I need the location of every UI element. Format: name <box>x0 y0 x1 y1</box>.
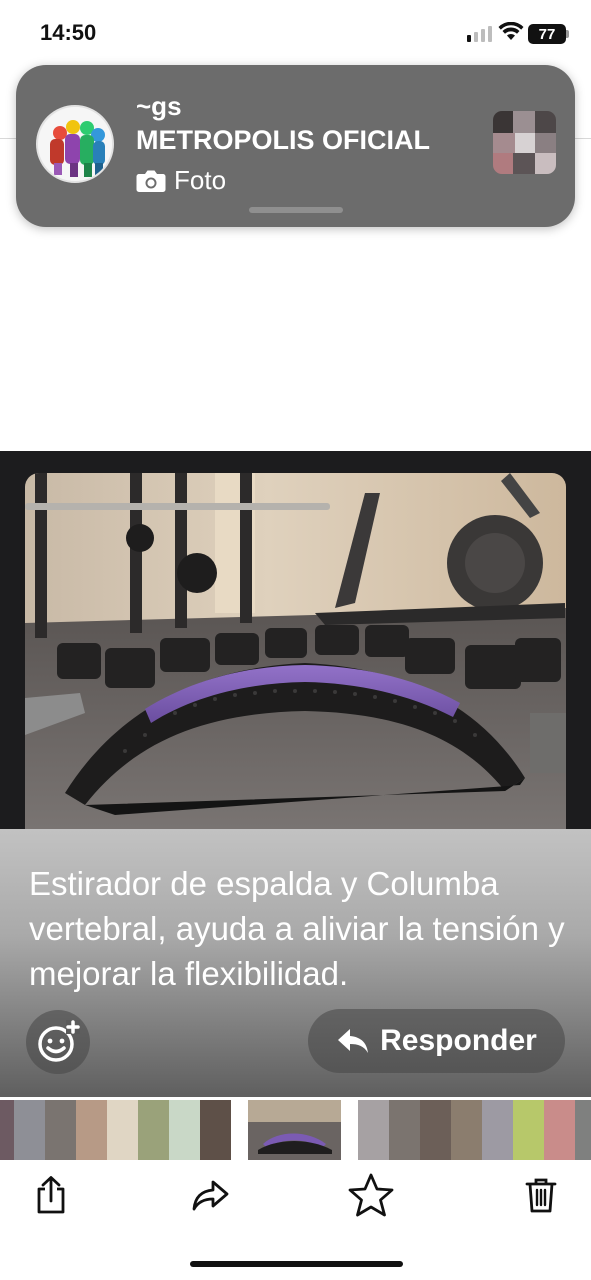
gallery-thumbnail[interactable] <box>138 1100 169 1160</box>
caption-panel: Estirador de espalda y Columba vertebral… <box>0 829 591 1097</box>
battery-icon: 77 <box>528 24 566 44</box>
gallery-thumbnail[interactable] <box>544 1100 575 1160</box>
delete-button[interactable] <box>516 1170 566 1220</box>
banner-drag-handle[interactable] <box>249 207 343 213</box>
photo-thumbnail-strip <box>0 1100 591 1160</box>
star-button[interactable] <box>346 1170 396 1220</box>
gallery-thumbnail[interactable] <box>107 1100 138 1160</box>
sender-name: ~gs <box>136 91 182 121</box>
share-button[interactable] <box>26 1170 76 1220</box>
forward-button[interactable] <box>186 1170 236 1220</box>
camera-icon <box>136 170 166 192</box>
status-time: 14:50 <box>40 20 97 45</box>
gallery-thumbnail[interactable] <box>389 1100 420 1160</box>
gallery-thumbnail[interactable] <box>575 1100 591 1160</box>
group-avatar <box>36 105 114 183</box>
home-indicator[interactable] <box>190 1261 403 1267</box>
forward-icon <box>192 1180 229 1211</box>
gallery-thumbnail[interactable] <box>76 1100 107 1160</box>
message-type-label: Foto <box>174 165 227 195</box>
photo-caption: Estirador de espalda y Columba vertebral… <box>29 865 565 992</box>
gallery-thumbnail[interactable] <box>513 1100 544 1160</box>
message-notification-banner[interactable]: ~gs METROPOLIS OFICIAL Foto <box>16 65 575 227</box>
gallery-thumbnail-current[interactable] <box>248 1100 341 1160</box>
gallery-thumbnail[interactable] <box>358 1100 389 1160</box>
battery-tip <box>566 30 569 38</box>
add-reaction-button[interactable] <box>26 1010 90 1074</box>
share-icon <box>37 1176 65 1214</box>
photo-thumbnail <box>493 111 556 174</box>
wifi-icon <box>498 22 524 40</box>
status-bar: 14:50 77 <box>0 0 591 64</box>
gallery-thumbnail[interactable] <box>200 1100 231 1160</box>
group-name: METROPOLIS OFICIAL <box>136 125 430 155</box>
gallery-gap <box>341 1100 358 1160</box>
cellular-signal-icon <box>467 26 492 42</box>
gallery-thumbnail[interactable] <box>420 1100 451 1160</box>
gallery-thumbnail[interactable] <box>0 1100 14 1160</box>
product-photo[interactable] <box>25 473 566 843</box>
star-icon <box>348 1173 394 1217</box>
gallery-thumbnail[interactable] <box>169 1100 200 1160</box>
photo-viewer: Estirador de espalda y Columba vertebral… <box>0 451 591 1097</box>
trash-icon <box>525 1178 557 1213</box>
reply-button[interactable]: Responder <box>308 1009 565 1073</box>
gallery-thumbnail[interactable] <box>14 1100 45 1160</box>
gallery-thumbnail[interactable] <box>482 1100 513 1160</box>
gallery-gap <box>231 1100 248 1160</box>
add-reaction-icon <box>38 1020 80 1062</box>
gallery-thumbnail[interactable] <box>451 1100 482 1160</box>
gallery-thumbnail[interactable] <box>45 1100 76 1160</box>
reply-button-label: Responder <box>380 1024 537 1057</box>
message-type: Foto <box>136 165 226 196</box>
reply-arrow-icon <box>338 1029 369 1053</box>
